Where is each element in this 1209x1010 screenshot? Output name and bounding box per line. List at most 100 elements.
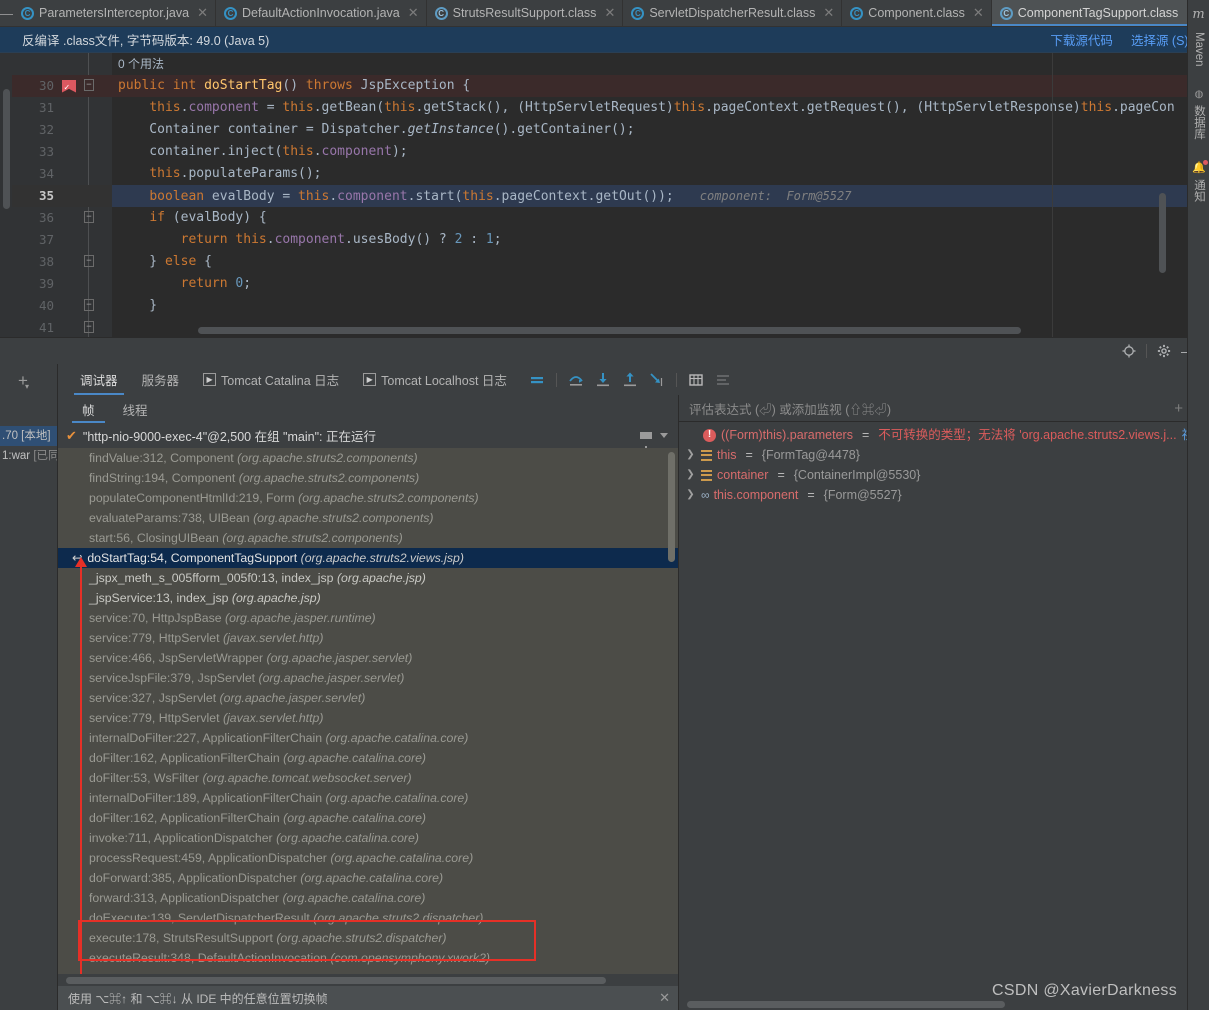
- settings-lines-icon[interactable]: [711, 368, 735, 392]
- code-content[interactable]: 0 个用法 public int doStartTag() throws Jsp…: [112, 53, 1191, 337]
- editor-tab-2[interactable]: C StrutsResultSupport.class ✕: [427, 0, 624, 26]
- gutter-line-34[interactable]: 34: [12, 163, 112, 185]
- download-sources-link[interactable]: 下载源代码: [1050, 30, 1113, 49]
- editor-tab-3[interactable]: C ServletDispatcherResult.class ✕: [623, 0, 843, 26]
- fold-minus-icon[interactable]: −: [84, 79, 94, 91]
- evaluate-table-icon[interactable]: [684, 368, 708, 392]
- code-line-31[interactable]: this.component = this.getBean(this.getSt…: [112, 97, 1191, 119]
- stack-frame[interactable]: service:327, JspServlet (org.apache.jasp…: [58, 688, 678, 708]
- evaluate-expression-bar[interactable]: 评估表达式 (⏎) 或添加监视 (⇧⌘⏎) +: [679, 395, 1209, 422]
- close-icon[interactable]: ✕: [408, 5, 419, 21]
- fold-minus-icon[interactable]: −: [84, 211, 94, 223]
- stack-frame[interactable]: processRequest:459, ApplicationDispatche…: [58, 848, 678, 868]
- code-line-40[interactable]: }: [112, 295, 1191, 317]
- stack-frame[interactable]: invoke:711, ApplicationDispatcher (org.a…: [58, 828, 678, 848]
- mute-breakpoints-icon[interactable]: [525, 368, 549, 392]
- gutter-line-35[interactable]: 35: [12, 185, 112, 207]
- step-into-icon[interactable]: [591, 368, 615, 392]
- step-over-icon[interactable]: [564, 368, 588, 392]
- stack-frame[interactable]: populateComponentHtmlId:219, Form (org.a…: [58, 488, 678, 508]
- fold-minus-icon[interactable]: −: [84, 255, 94, 267]
- editor-tab-0[interactable]: C ParametersInterceptor.java ✕: [13, 0, 216, 26]
- stack-frame[interactable]: findString:194, Component (org.apache.st…: [58, 468, 678, 488]
- code-line-30[interactable]: public int doStartTag() throws JspExcept…: [112, 75, 1191, 97]
- sidebar-item-maven[interactable]: Maven: [1188, 26, 1209, 73]
- add-configuration-icon[interactable]: + ▾: [18, 372, 29, 391]
- variables-list[interactable]: ! ((Form)this).parameters = 不可转换的类型；无法将 …: [679, 422, 1209, 998]
- breakpoint-icon[interactable]: [62, 79, 76, 93]
- code-line-34[interactable]: this.populateParams();: [112, 163, 1191, 185]
- chevron-right-icon[interactable]: ❯: [685, 485, 696, 505]
- variable-row-container[interactable]: ❯ container = {ContainerImpl@5530}: [679, 465, 1209, 485]
- code-line-33[interactable]: container.inject(this.component);: [112, 141, 1191, 163]
- stack-frame[interactable]: doFilter:162, ApplicationFilterChain (or…: [58, 748, 678, 768]
- close-icon[interactable]: ✕: [659, 990, 670, 1006]
- gutter-line-37[interactable]: 37: [12, 229, 112, 251]
- stack-frame[interactable]: start:56, ClosingUIBean (org.apache.stru…: [58, 528, 678, 548]
- editor-left-scrollbar[interactable]: [0, 53, 12, 337]
- add-watch-icon[interactable]: +: [1174, 401, 1183, 416]
- editor-tab-1[interactable]: C DefaultActionInvocation.java ✕: [216, 0, 427, 26]
- editor-tab-5[interactable]: C ComponentTagSupport.class ✕: [991, 0, 1206, 26]
- editor-horizontal-scrollbar[interactable]: [198, 327, 1021, 334]
- stack-frame[interactable]: service:70, HttpJspBase (org.apache.jasp…: [58, 608, 678, 628]
- variables-horizontal-scrollbar[interactable]: [687, 1001, 1005, 1008]
- collapse-icon[interactable]: —: [0, 0, 13, 26]
- stack-frame[interactable]: serviceJspFile:379, JspServlet (org.apac…: [58, 668, 678, 688]
- tab-tomcat-catalina-log[interactable]: ▶ Tomcat Catalina 日志: [191, 364, 351, 395]
- sidebar-item-database[interactable]: ◍ 数据库: [1188, 83, 1209, 146]
- gutter-line-31[interactable]: 31: [12, 97, 112, 119]
- editor-tab-4[interactable]: C Component.class ✕: [842, 0, 992, 26]
- sidebar-item-notifications[interactable]: 🔔 通知: [1188, 155, 1209, 208]
- fold-minus-icon[interactable]: −: [84, 321, 94, 333]
- code-line-38[interactable]: } else {: [112, 251, 1191, 273]
- gutter-line-40[interactable]: 40 −: [12, 295, 112, 317]
- close-icon[interactable]: ✕: [823, 5, 834, 21]
- thread-selector[interactable]: ✔ "http-nio-9000-exec-4"@2,500 在组 "main"…: [58, 423, 678, 451]
- crosshair-icon[interactable]: [1118, 340, 1140, 362]
- tab-threads[interactable]: 线程: [109, 395, 162, 423]
- tab-debugger[interactable]: 调试器: [68, 364, 130, 395]
- stack-frame[interactable]: doFilter:53, WsFilter (org.apache.tomcat…: [58, 768, 678, 788]
- stack-frame[interactable]: _jspService:13, index_jsp (org.apache.js…: [58, 588, 678, 608]
- variable-row-component[interactable]: ❯ ∞ this.component = {Form@5527}: [679, 485, 1209, 505]
- gutter-line-32[interactable]: 32: [12, 119, 112, 141]
- close-icon[interactable]: ✕: [973, 5, 984, 21]
- code-line-36[interactable]: if (evalBody) {: [112, 207, 1191, 229]
- gutter-line-30[interactable]: 30 −: [12, 75, 112, 97]
- tab-frames[interactable]: 帧: [68, 395, 109, 423]
- step-out-icon[interactable]: [618, 368, 642, 392]
- editor-gutter[interactable]: 30 − 31 32 33 34 35 36 − 37 38 − 39 40 − 41…: [12, 53, 112, 337]
- gutter-line-36[interactable]: 36 −: [12, 207, 112, 229]
- stack-frame[interactable]: internalDoFilter:189, ApplicationFilterC…: [58, 788, 678, 808]
- stack-frame[interactable]: service:466, JspServletWrapper (org.apac…: [58, 648, 678, 668]
- frames-horizontal-scrollbar[interactable]: [66, 977, 606, 984]
- close-icon[interactable]: ✕: [604, 5, 615, 21]
- run-item[interactable]: 1:war [已同: [0, 446, 57, 466]
- chevron-down-icon[interactable]: ▾: [25, 383, 29, 391]
- stack-frame[interactable]: _jspx_meth_s_005fform_005f0:13, index_js…: [58, 568, 678, 588]
- stack-frame[interactable]: doFilter:162, ApplicationFilterChain (or…: [58, 808, 678, 828]
- stack-frame[interactable]: findValue:312, Component (org.apache.str…: [58, 448, 678, 468]
- gutter-line-33[interactable]: 33: [12, 141, 112, 163]
- code-line-35-current[interactable]: boolean evalBody = this.component.start(…: [112, 185, 1191, 207]
- gutter-line-39[interactable]: 39: [12, 273, 112, 295]
- editor-vertical-scrollbar[interactable]: [1159, 193, 1166, 273]
- fold-minus-icon[interactable]: −: [84, 299, 94, 311]
- stack-frame[interactable]: service:779, HttpServlet (javax.servlet.…: [58, 628, 678, 648]
- gutter-line-41[interactable]: 41 −: [12, 317, 112, 337]
- stack-frame[interactable]: forward:313, ApplicationDispatcher (org.…: [58, 888, 678, 908]
- filter-funnel-icon[interactable]: [640, 432, 652, 451]
- chevron-right-icon[interactable]: ❯: [685, 445, 696, 465]
- scrollbar-thumb[interactable]: [3, 89, 10, 209]
- run-item-selected[interactable]: .70 [本地]: [0, 426, 57, 446]
- code-line-32[interactable]: Container container = Dispatcher.getInst…: [112, 119, 1191, 141]
- variable-row-error[interactable]: ! ((Form)this).parameters = 不可转换的类型；无法将 …: [679, 425, 1209, 445]
- frames-scrollbar-thumb[interactable]: [668, 452, 675, 562]
- stack-frame-selected[interactable]: ↩doStartTag:54, ComponentTagSupport (org…: [58, 548, 678, 568]
- stack-frame[interactable]: doForward:385, ApplicationDispatcher (or…: [58, 868, 678, 888]
- stack-frame[interactable]: evaluateParams:738, UIBean (org.apache.s…: [58, 508, 678, 528]
- close-icon[interactable]: ✕: [197, 5, 208, 21]
- code-line-37[interactable]: return this.component.usesBody() ? 2 : 1…: [112, 229, 1191, 251]
- tab-server[interactable]: 服务器: [130, 364, 192, 395]
